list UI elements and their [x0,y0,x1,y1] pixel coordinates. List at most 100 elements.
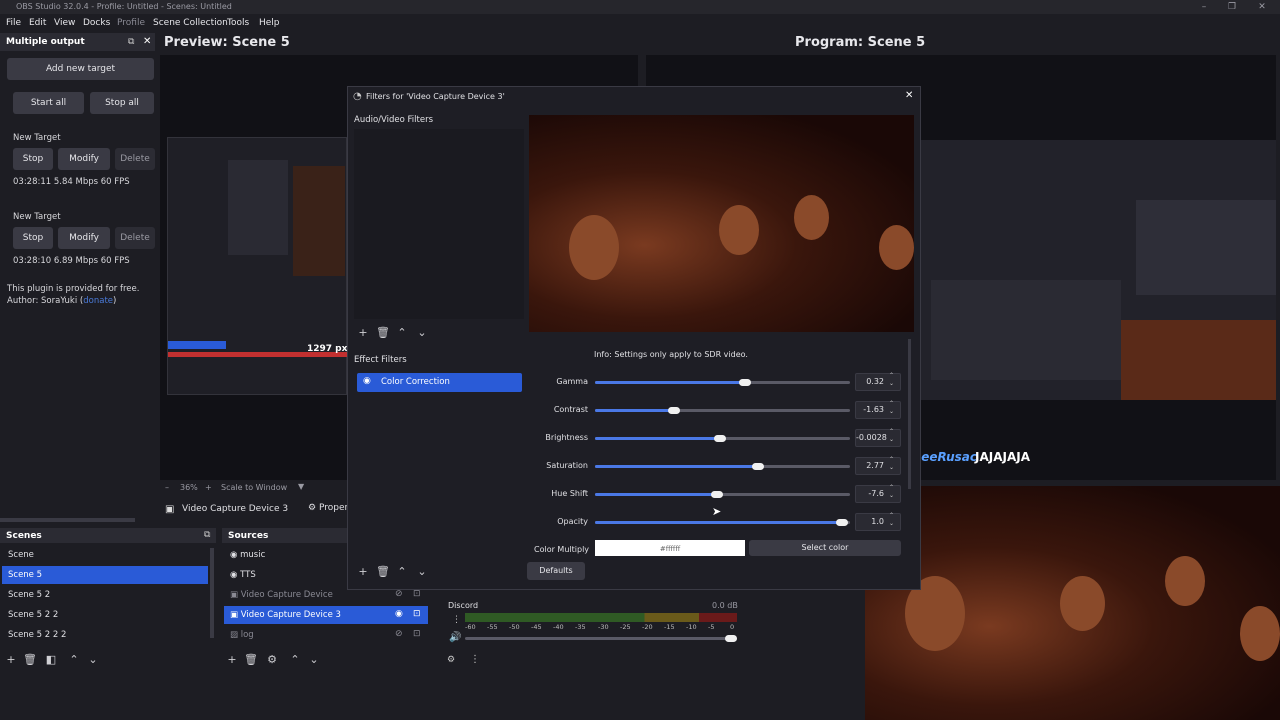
stop-all-button[interactable]: Stop all [90,92,154,114]
move-up-icon[interactable]: ⌃ [289,653,301,666]
spin-arrows-icon[interactable]: ⌃ ⌄ [889,512,894,528]
undock-icon[interactable]: ⧉ [128,37,134,47]
move-up-icon[interactable]: ⌃ [396,326,408,339]
visibility-icon[interactable]: ◉ [395,609,403,619]
scene-item[interactable]: Scene 5 2 2 2 [2,626,208,644]
remove-filter-icon[interactable]: 🗑 [376,326,390,339]
person-face [719,205,759,255]
setting-value-input[interactable]: -7.6 [855,485,901,503]
scene-item[interactable]: Scene [2,546,208,564]
color-swatch[interactable]: #ffffff [595,540,745,556]
volume-slider-knob[interactable] [725,635,737,642]
lock-icon[interactable]: ⊡ [413,609,421,619]
speaker-icon[interactable]: 🔊 [449,632,461,643]
move-down-icon[interactable]: ⌄ [87,653,99,666]
visibility-icon[interactable]: ◉ [363,376,371,386]
add-target-button[interactable]: Add new target [7,58,154,80]
camera-icon: ▣ [230,590,239,600]
scene-item-selected[interactable]: Scene 5 [2,566,208,584]
close-dock-icon[interactable]: ✕ [143,36,151,47]
maximize-icon[interactable]: ❐ [1218,0,1246,14]
setting-value-input[interactable]: 1.0 [855,513,901,531]
setting-value-input[interactable]: 0.32 [855,373,901,391]
move-up-icon[interactable]: ⌃ [68,653,80,666]
window-title: OBS Studio 32.0.4 - Profile: Untitled - … [0,0,1280,14]
filter-item-color-correction[interactable]: ◉ Color Correction [357,373,522,392]
lock-icon[interactable]: ⊡ [413,629,421,639]
dock-scrollbar[interactable] [0,518,135,522]
close-icon[interactable]: ✕ [1248,0,1276,14]
settings-scrollbar[interactable] [908,339,911,489]
zoom-plus-icon[interactable]: + [205,483,212,492]
visibility-off-icon[interactable]: ⊘ [395,589,403,599]
setting-slider-knob[interactable] [714,435,726,442]
setting-value-input[interactable]: -0.0028 [855,429,901,447]
scene-item[interactable]: Scene 5 2 [2,586,208,604]
menu-edit[interactable]: Edit [29,18,46,28]
scene-filters-icon[interactable]: ◧ [45,653,57,666]
start-all-button[interactable]: Start all [13,92,84,114]
source-properties-icon[interactable]: ⚙ [266,653,278,666]
move-down-icon[interactable]: ⌄ [416,565,428,578]
menu-tools[interactable]: Tools [227,18,249,28]
menu-docks[interactable]: Docks [83,18,110,28]
setting-slider-knob[interactable] [711,491,723,498]
delete-target-button[interactable]: Delete [115,227,155,249]
menu-view[interactable]: View [54,18,75,28]
setting-slider-knob[interactable] [739,379,751,386]
spin-arrows-icon[interactable]: ⌃ ⌄ [889,372,894,388]
remove-source-icon[interactable]: 🗑 [244,653,258,666]
defaults-button[interactable]: Defaults [527,562,585,580]
properties-button[interactable]: ⚙ Proper [308,503,348,513]
meter-tick-label: 0 [730,623,735,631]
menu-profile[interactable]: Profile [117,18,145,28]
scene-item[interactable]: Scene 5 2 2 [2,606,208,624]
move-down-icon[interactable]: ⌄ [308,653,320,666]
overlay-text: JAJAJAJA [975,450,1031,464]
modify-target-button[interactable]: Modify [58,227,110,249]
spin-arrows-icon[interactable]: ⌃ ⌄ [889,400,894,416]
scale-dropdown-icon[interactable]: ▼ [298,482,304,491]
modify-target-button[interactable]: Modify [58,148,110,170]
av-filters-list[interactable] [354,129,524,319]
minimize-icon[interactable]: – [1190,0,1218,14]
meter-tick-label: -50 [509,623,520,631]
dialog-close-icon[interactable]: ✕ [905,90,913,101]
add-filter-icon[interactable]: + [357,565,369,578]
mixer-menu-icon[interactable]: ⋮ [452,615,461,625]
setting-value-input[interactable]: 2.77 [855,457,901,475]
move-down-icon[interactable]: ⌄ [416,326,428,339]
setting-value-input[interactable]: -1.63 [855,401,901,419]
add-filter-icon[interactable]: + [357,326,369,339]
menu-help[interactable]: Help [259,18,280,28]
stop-target-button[interactable]: Stop [13,148,53,170]
remove-scene-icon[interactable]: 🗑 [23,653,37,666]
stop-target-button[interactable]: Stop [13,227,53,249]
setting-slider-knob[interactable] [668,407,680,414]
visibility-off-icon[interactable]: ⊘ [395,629,403,639]
setting-label-saturation: Saturation [546,461,588,470]
menu-scene-collection[interactable]: Scene Collection [153,18,228,28]
donate-link[interactable]: donate [83,296,113,306]
volume-slider[interactable] [465,637,737,640]
remove-filter-icon[interactable]: 🗑 [376,565,390,578]
add-scene-icon[interactable]: + [5,653,17,666]
add-source-icon[interactable]: + [226,653,238,666]
move-up-icon[interactable]: ⌃ [396,565,408,578]
spin-arrows-icon[interactable]: ⌃ ⌄ [889,428,894,444]
spin-arrows-icon[interactable]: ⌃ ⌄ [889,484,894,500]
scenes-undock-icon[interactable]: ⧉ [204,530,210,540]
scale-select[interactable]: Scale to Window [221,483,287,492]
menu-file[interactable]: File [6,18,21,28]
setting-slider-knob[interactable] [752,463,764,470]
scenes-scrollbar[interactable] [210,548,214,638]
zoom-minus-icon[interactable]: – [165,483,169,492]
lock-icon[interactable]: ⊡ [413,589,421,599]
delete-target-button[interactable]: Delete [115,148,155,170]
mixer-options-icon[interactable]: ⋮ [470,654,480,665]
setting-slider-knob[interactable] [836,519,848,526]
spin-arrows-icon[interactable]: ⌃ ⌄ [889,456,894,472]
meter-tick-label: -5 [708,623,715,631]
mixer-settings-icon[interactable]: ⚙ [447,655,455,665]
select-color-button[interactable]: Select color [749,540,901,556]
